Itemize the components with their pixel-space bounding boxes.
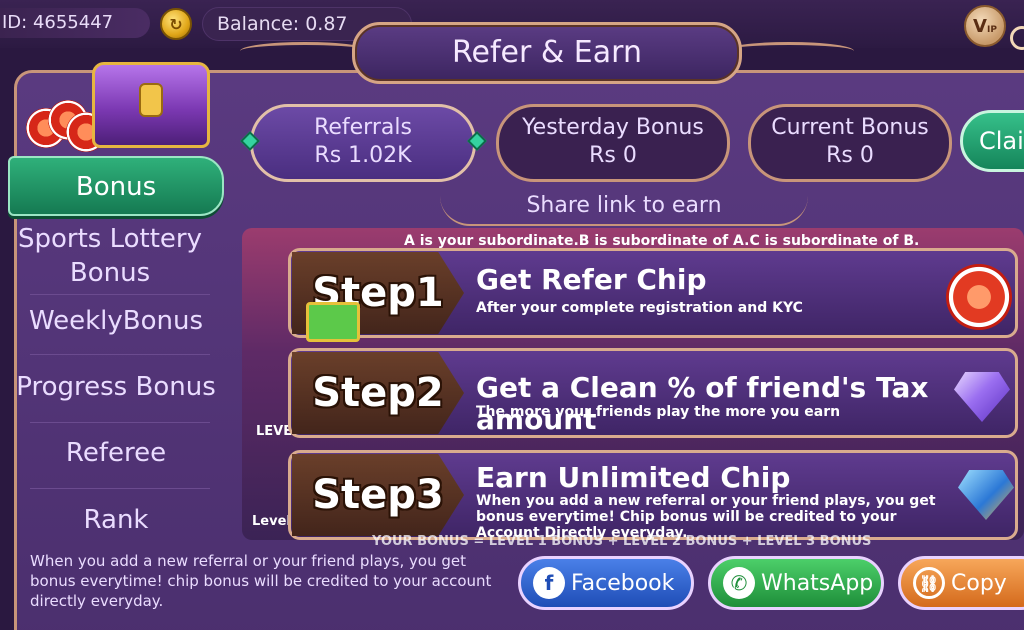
coin-icon[interactable]: ↻ [160,8,192,40]
stat-label: Current Bonus [771,115,929,140]
step-tag-3: Step3 [292,454,464,536]
vip-sub-label: IP [986,25,997,35]
link-icon: ⛓ [913,567,945,599]
facebook-share-button[interactable]: f Facebook [518,556,694,610]
step-desc-2: The more your friends play the more you … [476,404,841,420]
sidebar-divider [30,354,210,355]
whatsapp-share-button[interactable]: ✆ WhatsApp [708,556,884,610]
vip-label: V [973,15,987,37]
step-tag-2: Step2 [292,352,464,434]
stat-label: Referrals [314,115,412,140]
stat-referrals: Referrals Rs 1.02K [250,104,476,182]
page-title: Refer & Earn [352,22,742,84]
sidebar-divider [30,488,210,489]
sidebar-item-bonus[interactable]: Bonus [8,156,224,216]
sidebar-item-referee[interactable]: Referee [8,436,224,470]
poker-chip-icon [946,264,1012,330]
title-wing-right [724,42,854,60]
stat-value: Rs 1.02K [314,143,412,168]
level-label: LEVE [256,424,293,439]
stat-yesterday-bonus: Yesterday Bonus Rs 0 [496,104,730,182]
stat-current-bonus: Current Bonus Rs 0 [748,104,952,182]
sidebar-item-progress-bonus[interactable]: Progress Bonus [8,370,224,404]
gift-icon [306,302,360,342]
title-wing-left [240,42,370,60]
copy-label: Copy [951,570,1007,596]
hierarchy-hint: A is your subordinate.B is subordinate o… [404,233,920,249]
sidebar-item-weekly-bonus[interactable]: WeeklyBonus [8,304,224,338]
facebook-icon: f [533,567,565,599]
footer-note: When you add a new referral or your frie… [30,552,492,610]
bonus-formula: YOUR BONUS = LEVEL 1 BONUS + LEVEL 2 BON… [372,534,872,549]
sidebar-divider [30,294,210,295]
user-id: ID: 4655447 [0,8,150,38]
sidebar-item-sports-lottery-bonus[interactable]: Sports Lottery Bonus [10,222,210,290]
treasure-chest-icon [92,62,210,148]
whatsapp-icon: ✆ [723,567,755,599]
stat-value: Rs 0 [589,143,637,168]
copy-link-button[interactable]: ⛓ Copy [898,556,1024,610]
stat-label: Yesterday Bonus [522,115,704,140]
claim-button[interactable]: Clai [960,110,1024,172]
vip-icon[interactable]: V IP [964,5,1006,47]
share-link-label: Share link to earn [440,186,808,226]
step-title-3: Earn Unlimited Chip [476,461,791,494]
step-title-1: Get Refer Chip [476,263,707,296]
step-desc-1: After your complete registration and KYC [476,300,803,316]
stat-value: Rs 0 [826,143,874,168]
whatsapp-label: WhatsApp [761,570,874,596]
sidebar-divider [30,422,210,423]
facebook-label: Facebook [571,570,675,596]
chips-icon [26,94,106,152]
level-label: Level [252,514,291,529]
sidebar-item-rank[interactable]: Rank [8,503,224,537]
